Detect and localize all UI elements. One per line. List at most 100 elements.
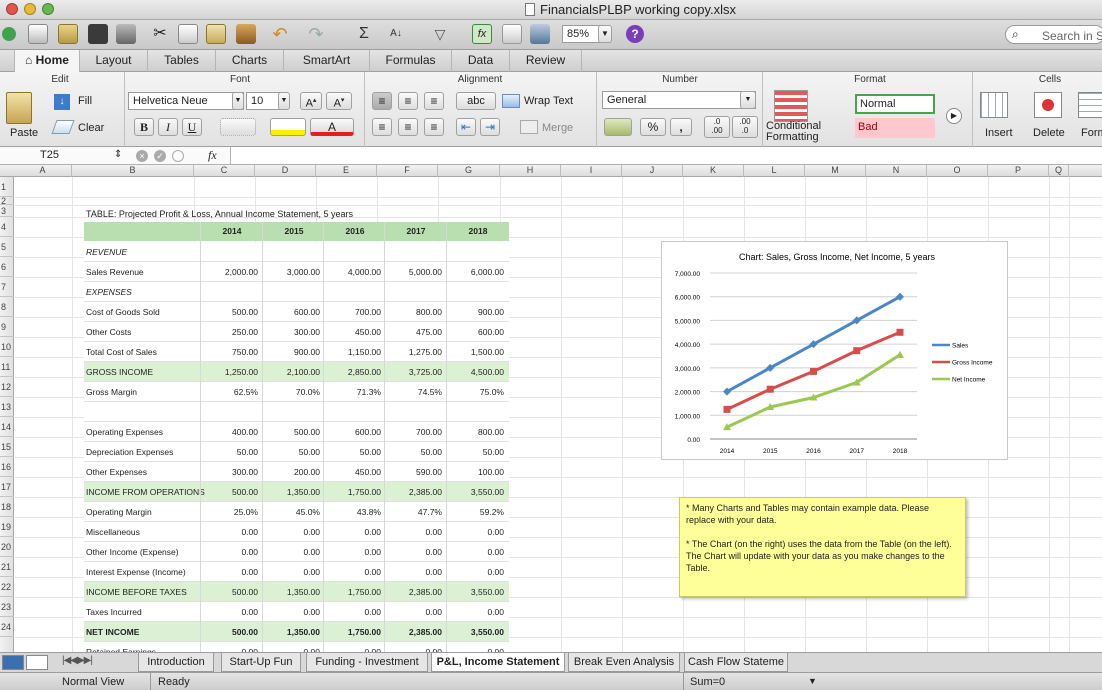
wrap-text-icon[interactable] bbox=[502, 94, 520, 108]
decrease-font-icon[interactable]: A▾ bbox=[326, 92, 352, 110]
currency-icon[interactable] bbox=[604, 118, 632, 136]
column-header[interactable]: O bbox=[927, 165, 988, 177]
undo-icon[interactable]: ↶ bbox=[270, 24, 290, 44]
row-header[interactable]: 12 bbox=[0, 377, 14, 397]
merge-button[interactable]: Merge bbox=[542, 122, 573, 134]
column-header[interactable]: L bbox=[744, 165, 805, 177]
income-chart[interactable]: Chart: Sales, Gross Income, Net Income, … bbox=[661, 241, 1008, 460]
chevron-down-icon[interactable]: ▼ bbox=[278, 92, 290, 110]
row-header[interactable]: 20 bbox=[0, 537, 14, 557]
zoom-window-button[interactable] bbox=[42, 3, 54, 15]
font-name-select[interactable]: Helvetica Neue bbox=[128, 92, 244, 110]
paste-clipboard-icon[interactable] bbox=[6, 92, 32, 124]
sort-icon[interactable]: A↓ bbox=[386, 24, 406, 44]
row-header[interactable]: 8 bbox=[0, 297, 14, 317]
font-color-icon[interactable]: A bbox=[310, 118, 354, 136]
formula-icon[interactable] bbox=[172, 150, 184, 162]
format-button[interactable]: Format bbox=[1081, 127, 1102, 139]
decrease-indent-icon[interactable]: ⇤ bbox=[456, 118, 476, 136]
row-header[interactable]: 2 bbox=[0, 197, 14, 206]
help-icon[interactable]: ? bbox=[626, 25, 644, 43]
underline-button[interactable]: U bbox=[182, 118, 202, 136]
increase-indent-icon[interactable]: ⇥ bbox=[480, 118, 500, 136]
insert-button[interactable]: Insert bbox=[985, 127, 1013, 139]
increase-font-icon[interactable]: A▴ bbox=[300, 92, 322, 110]
row-header[interactable]: 14 bbox=[0, 417, 14, 437]
align-left-icon[interactable]: ≡ bbox=[372, 118, 392, 136]
clear-button[interactable]: Clear bbox=[78, 122, 104, 134]
column-header[interactable]: F bbox=[377, 165, 438, 177]
align-bottom-icon[interactable]: ≡ bbox=[424, 92, 444, 110]
align-right-icon[interactable]: ≡ bbox=[424, 118, 444, 136]
merge-icon[interactable] bbox=[520, 120, 538, 134]
name-box-stepper-icon[interactable]: ⇕ bbox=[114, 149, 122, 160]
tab-tables[interactable]: Tables bbox=[148, 50, 216, 72]
format-painter-icon[interactable] bbox=[236, 24, 256, 44]
align-center-icon[interactable]: ≡ bbox=[398, 118, 418, 136]
show-hide-icon[interactable] bbox=[502, 24, 522, 44]
fill-down-icon[interactable]: ↓ bbox=[54, 94, 70, 110]
cancel-entry-icon[interactable]: × bbox=[136, 150, 148, 162]
tab-data[interactable]: Data bbox=[452, 50, 510, 72]
decrease-decimal-button[interactable]: .00 .0 bbox=[732, 116, 758, 138]
row-header[interactable]: 18 bbox=[0, 497, 14, 517]
name-box[interactable]: T25 bbox=[40, 149, 59, 161]
align-top-icon[interactable]: ≡ bbox=[372, 92, 392, 110]
sheet-tab[interactable]: Introduction bbox=[138, 653, 214, 672]
autosum-icon[interactable]: Σ bbox=[354, 24, 374, 44]
style-bad-swatch[interactable]: Bad bbox=[855, 118, 935, 138]
open-folder-icon[interactable] bbox=[58, 24, 78, 44]
row-header[interactable]: 9 bbox=[0, 317, 14, 337]
row-header[interactable]: 19 bbox=[0, 517, 14, 537]
tab-review[interactable]: Review bbox=[510, 50, 582, 72]
tab-smartart[interactable]: SmartArt bbox=[284, 50, 370, 72]
filter-icon[interactable]: ▽ bbox=[430, 24, 450, 44]
row-header[interactable]: 22 bbox=[0, 577, 14, 597]
delete-cells-icon[interactable] bbox=[1034, 92, 1062, 118]
row-header[interactable]: 5 bbox=[0, 237, 14, 257]
column-header[interactable]: I bbox=[561, 165, 622, 177]
formula-input[interactable] bbox=[230, 147, 1102, 164]
column-header[interactable]: H bbox=[500, 165, 561, 177]
sheet-tab[interactable]: Cash Flow Stateme bbox=[684, 653, 788, 672]
sticky-note[interactable]: * Many Charts and Tables may contain exa… bbox=[679, 497, 966, 597]
close-window-button[interactable] bbox=[6, 3, 18, 15]
tab-home[interactable]: ⌂ Home bbox=[14, 50, 80, 72]
chevron-down-icon[interactable]: ▼ bbox=[740, 91, 756, 109]
redo-icon[interactable]: ↷ bbox=[306, 24, 326, 44]
search-field[interactable]: ⌕ Search in Sheet bbox=[1005, 25, 1102, 44]
orientation-button[interactable]: abc bbox=[456, 92, 496, 110]
zoom-dropdown-icon[interactable]: ▼ bbox=[598, 25, 612, 43]
function-icon[interactable]: fx bbox=[208, 148, 217, 163]
column-header[interactable]: P bbox=[988, 165, 1049, 177]
column-header[interactable]: E bbox=[316, 165, 377, 177]
fill-color-icon[interactable] bbox=[270, 118, 306, 136]
column-header[interactable]: K bbox=[683, 165, 744, 177]
align-middle-icon[interactable]: ≡ bbox=[398, 92, 418, 110]
cut-icon[interactable]: ✂ bbox=[150, 24, 170, 44]
row-header[interactable]: 13 bbox=[0, 397, 14, 417]
italic-button[interactable]: I bbox=[158, 118, 178, 136]
row-header[interactable]: 4 bbox=[0, 217, 14, 237]
style-normal-swatch[interactable]: Normal bbox=[855, 94, 935, 114]
income-statement-table[interactable]: 2014 2015 2016 2017 2018 REVENUE Sales Revenue… bbox=[84, 222, 509, 652]
minimize-window-button[interactable] bbox=[24, 3, 36, 15]
column-header[interactable]: A bbox=[14, 165, 72, 177]
sheet-tab[interactable]: P&L, Income Statement bbox=[431, 653, 565, 672]
row-header[interactable]: 3 bbox=[0, 205, 14, 217]
row-header[interactable]: 1 bbox=[0, 177, 14, 197]
sheet-tab[interactable]: Funding - Investment bbox=[306, 653, 428, 672]
column-header[interactable]: Q bbox=[1049, 165, 1069, 177]
status-sum-dropdown-icon[interactable]: ▼ bbox=[808, 676, 817, 686]
print-icon[interactable] bbox=[116, 24, 136, 44]
styles-next-icon[interactable]: ▶ bbox=[946, 108, 962, 124]
insert-cells-icon[interactable] bbox=[980, 92, 1008, 118]
bold-button[interactable]: B bbox=[134, 118, 154, 136]
zoom-box[interactable]: 85% bbox=[562, 25, 600, 43]
fill-button[interactable]: Fill bbox=[78, 95, 92, 107]
copy-icon[interactable] bbox=[178, 24, 198, 44]
page-layout-icon[interactable] bbox=[26, 655, 48, 670]
column-header[interactable]: D bbox=[255, 165, 316, 177]
column-header[interactable]: B bbox=[72, 165, 194, 177]
column-header[interactable]: M bbox=[805, 165, 866, 177]
